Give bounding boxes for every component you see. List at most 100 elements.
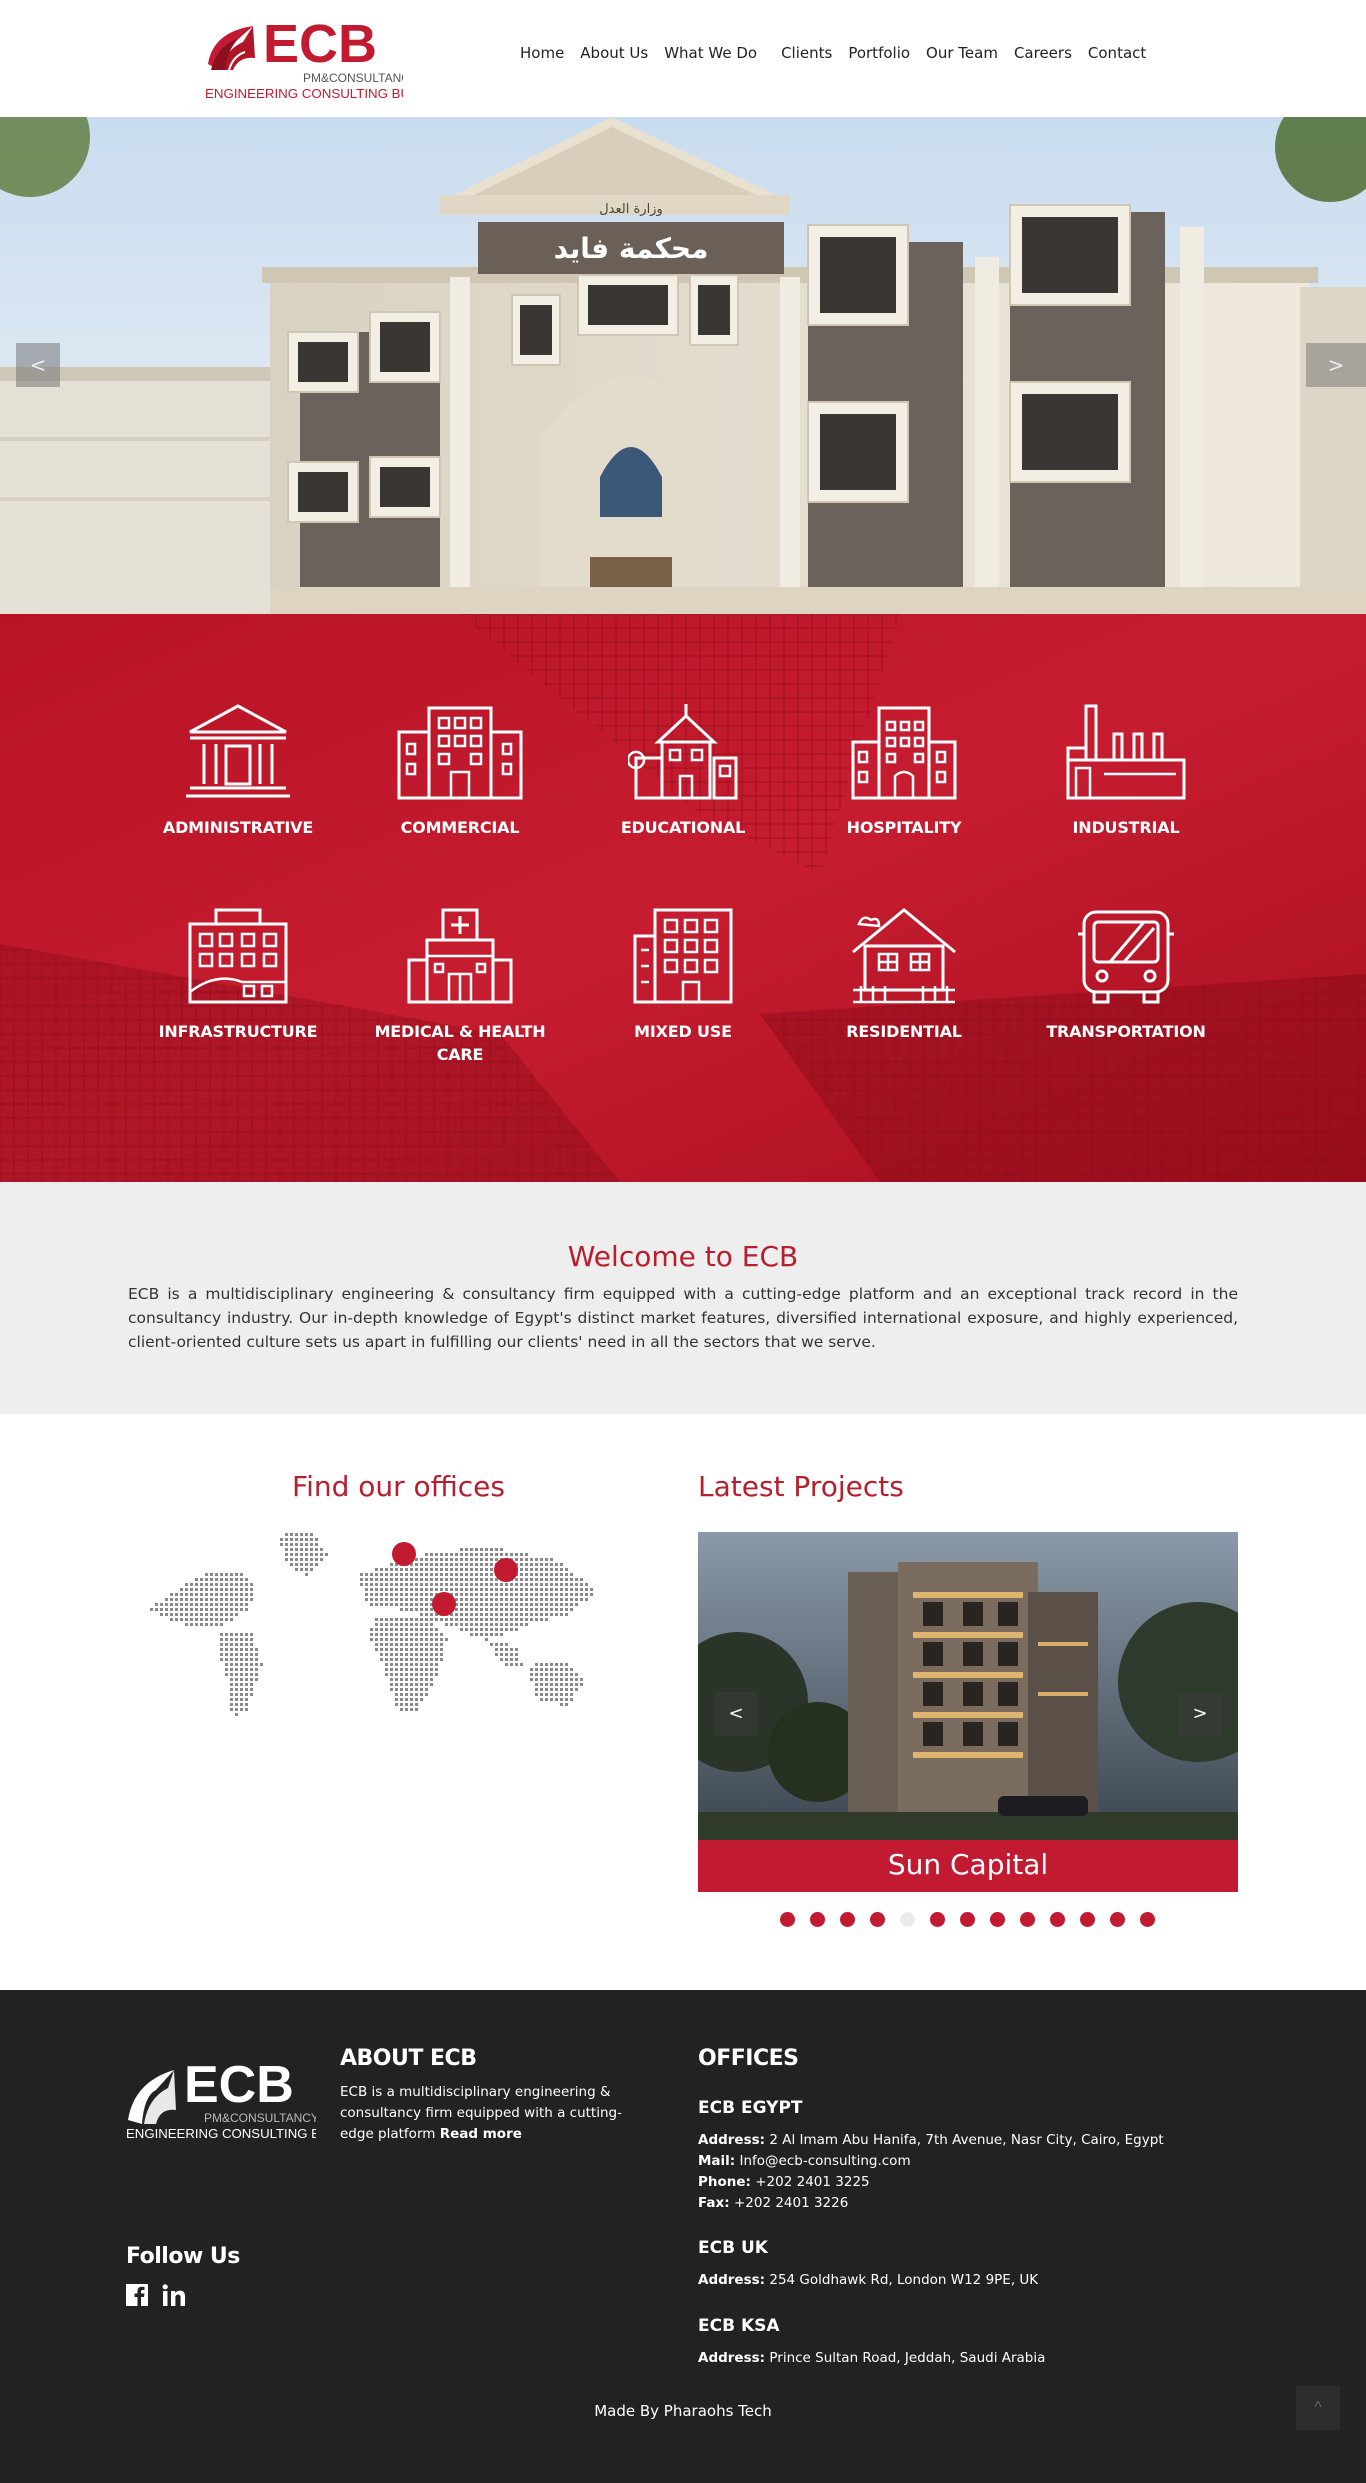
- scroll-to-top-button[interactable]: ^: [1296, 2386, 1340, 2430]
- pagination-dot[interactable]: [1050, 1912, 1065, 1927]
- office-uk-details: Address: 254 Goldhawk Rd, London W12 9PE…: [698, 2272, 1039, 2288]
- project-slider: < > Sun Capital: [698, 1532, 1238, 1892]
- project-prev-button[interactable]: <: [714, 1692, 758, 1736]
- sector-mixed-use[interactable]: MIXED USE: [583, 906, 783, 1043]
- ecb-logo[interactable]: ECB PM&CONSULTANCY ENGINEERING CONSULTIN…: [203, 12, 403, 112]
- sector-label: INDUSTRIAL: [1072, 818, 1180, 837]
- footer-ecb-logo[interactable]: ECB PM&CONSULTANCY ENGINEERING CONSULTIN…: [126, 2050, 316, 2150]
- nav-clients[interactable]: Clients: [781, 44, 832, 62]
- office-uk-name: ECB UK: [698, 2238, 768, 2258]
- sectors-background: [0, 614, 1366, 1182]
- office-marker-ksa[interactable]: [494, 1558, 518, 1582]
- svg-text:ENGINEERING CONSULTING BUREAU: ENGINEERING CONSULTING BUREAU: [126, 2126, 316, 2141]
- world-map[interactable]: [126, 1514, 646, 1724]
- linkedin-icon[interactable]: [162, 2284, 186, 2306]
- pagination-dot[interactable]: [1020, 1912, 1035, 1927]
- infrastructure-icon: [188, 908, 288, 1004]
- facebook-icon[interactable]: [126, 2284, 148, 2306]
- mixed-use-icon: [633, 908, 733, 1004]
- hero-slider: محكمة فايد وزارة العدل < >: [0, 117, 1366, 614]
- svg-text:محكمة فايد: محكمة فايد: [554, 232, 709, 265]
- sector-educational[interactable]: EDUCATIONAL: [583, 702, 783, 839]
- sector-hospitality[interactable]: HOSPITALITY: [804, 702, 1004, 839]
- pagination-dot[interactable]: [900, 1912, 915, 1927]
- sector-label: ADMINISTRATIVE: [162, 818, 314, 837]
- courthouse-icon: [186, 704, 290, 798]
- sector-infrastructure[interactable]: INFRASTRUCTURE: [138, 906, 338, 1043]
- svg-text:PM&CONSULTANCY: PM&CONSULTANCY: [204, 2111, 316, 2125]
- read-more-link[interactable]: Read more: [440, 2126, 522, 2142]
- office-egypt-mail[interactable]: Info@ecb-consulting.com: [740, 2153, 911, 2169]
- hotel-icon: [851, 706, 957, 800]
- office-ksa-details: Address: Prince Sultan Road, Jeddah, Sau…: [698, 2350, 1046, 2366]
- nav-home[interactable]: Home: [520, 44, 564, 62]
- sector-residential[interactable]: RESIDENTIAL: [804, 906, 1004, 1043]
- sectors-section: ADMINISTRATIVE COMMERCIAL EDUCATIONAL HO…: [0, 614, 1366, 1182]
- school-icon: [628, 704, 738, 800]
- office-marker-egypt[interactable]: [432, 1592, 456, 1616]
- pagination-dot[interactable]: [960, 1912, 975, 1927]
- about-text: ECB is a multidisciplinary engineering &…: [340, 2084, 622, 2142]
- nav-about-us[interactable]: About Us: [580, 44, 648, 62]
- commercial-building-icon: [397, 706, 523, 800]
- pagination-dot[interactable]: [990, 1912, 1005, 1927]
- office-marker-uk[interactable]: [392, 1542, 416, 1566]
- svg-text:ENGINEERING CONSULTING BUREAU: ENGINEERING CONSULTING BUREAU: [205, 86, 403, 101]
- pagination-dot[interactable]: [870, 1912, 885, 1927]
- hero-next-button[interactable]: >: [1306, 343, 1366, 387]
- pagination-dot[interactable]: [840, 1912, 855, 1927]
- bus-icon: [1078, 910, 1174, 1004]
- welcome-title: Welcome to ECB: [567, 1240, 799, 1273]
- svg-text:PM&CONSULTANCY: PM&CONSULTANCY: [303, 71, 403, 85]
- follow-title: Follow Us: [126, 2244, 240, 2269]
- sector-label: MIXED USE: [634, 1022, 732, 1041]
- sector-medical-health-care[interactable]: MEDICAL & HEALTH CARE: [360, 906, 560, 1066]
- nav-our-team[interactable]: Our Team: [926, 44, 998, 62]
- office-ksa-name: ECB KSA: [698, 2316, 780, 2336]
- project-name: Sun Capital: [698, 1840, 1238, 1892]
- pagination-dot[interactable]: [1140, 1912, 1155, 1927]
- sector-label: RESIDENTIAL: [846, 1022, 962, 1041]
- sector-transportation[interactable]: TRANSPORTATION: [1026, 906, 1226, 1043]
- pagination-dot[interactable]: [1080, 1912, 1095, 1927]
- main-nav: Home About Us What We Do Clients Portfol…: [520, 44, 1162, 62]
- sector-label: MEDICAL & HEALTH CARE: [374, 1022, 546, 1064]
- pagination-dot[interactable]: [930, 1912, 945, 1927]
- office-egypt-name: ECB EGYPT: [698, 2098, 803, 2118]
- about-title: ABOUT ECB: [340, 2046, 477, 2071]
- hero-image-courthouse: محكمة فايد وزارة العدل: [0, 117, 1366, 614]
- hero-prev-button[interactable]: <: [16, 343, 60, 387]
- house-icon: [852, 908, 956, 1004]
- sector-commercial[interactable]: COMMERCIAL: [360, 702, 560, 839]
- offices-title: Find our offices: [292, 1470, 505, 1503]
- sector-industrial[interactable]: INDUSTRIAL: [1026, 702, 1226, 839]
- svg-text:وزارة العدل: وزارة العدل: [599, 202, 663, 217]
- nav-portfolio[interactable]: Portfolio: [848, 44, 910, 62]
- welcome-section: Welcome to ECB ECB is a multidisciplinar…: [0, 1182, 1366, 1414]
- sector-label: TRANSPORTATION: [1046, 1022, 1206, 1041]
- svg-text:ECB: ECB: [263, 14, 377, 74]
- pagination-dot[interactable]: [780, 1912, 795, 1927]
- sector-label: EDUCATIONAL: [620, 818, 746, 837]
- hospital-icon: [407, 908, 513, 1004]
- project-next-button[interactable]: >: [1178, 1692, 1222, 1736]
- made-by-credit[interactable]: Made By Pharaohs Tech: [0, 2402, 1366, 2420]
- sector-label: INFRASTRUCTURE: [158, 1022, 318, 1041]
- nav-careers[interactable]: Careers: [1014, 44, 1072, 62]
- sector-administrative[interactable]: ADMINISTRATIVE: [138, 702, 338, 839]
- sector-label: COMMERCIAL: [400, 818, 520, 837]
- pagination-dot[interactable]: [1110, 1912, 1125, 1927]
- project-image[interactable]: [698, 1532, 1238, 1840]
- nav-contact[interactable]: Contact: [1088, 44, 1146, 62]
- social-links: [126, 2284, 186, 2306]
- project-pagination: [780, 1912, 1170, 1927]
- office-egypt-details: Address: 2 Al Imam Abu Hanifa, 7th Avenu…: [698, 2132, 1164, 2211]
- offices-footer-title: OFFICES: [698, 2046, 799, 2071]
- nav-what-we-do[interactable]: What We Do: [664, 44, 757, 62]
- site-header: ECB PM&CONSULTANCY ENGINEERING CONSULTIN…: [0, 0, 1366, 117]
- factory-icon: [1066, 704, 1186, 800]
- welcome-text: ECB is a multidisciplinary engineering &…: [128, 1285, 1238, 1351]
- sector-label: HOSPITALITY: [846, 818, 962, 837]
- svg-text:ECB: ECB: [184, 2056, 294, 2114]
- pagination-dot[interactable]: [810, 1912, 825, 1927]
